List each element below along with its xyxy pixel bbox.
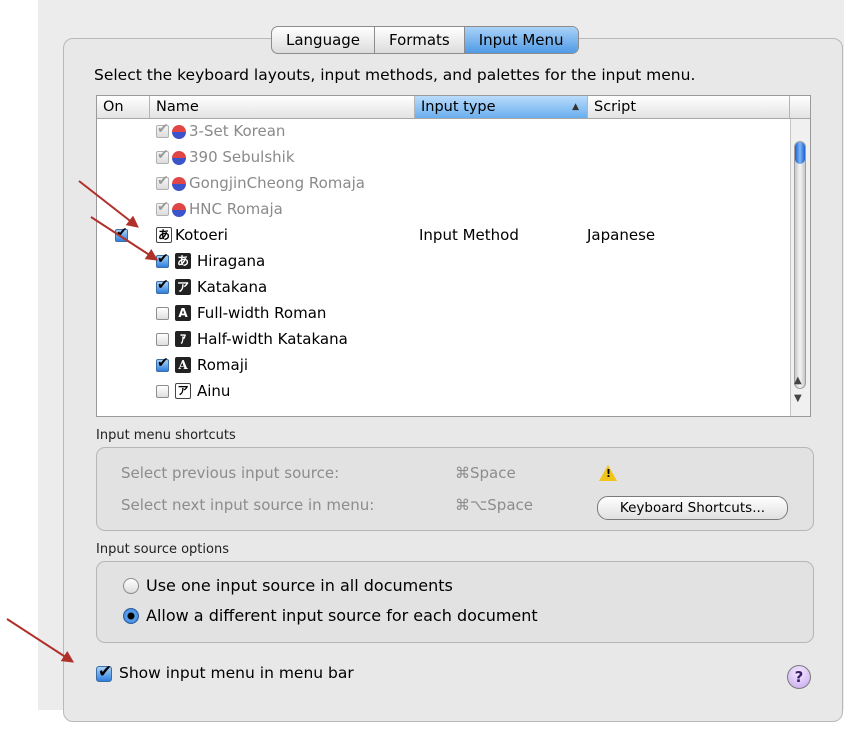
scroll-down-icon[interactable]: ▼	[794, 393, 802, 404]
options-section-title: Input source options	[96, 542, 229, 557]
radio-one-source[interactable]	[123, 578, 139, 594]
scrollbar-thumb[interactable]	[794, 141, 806, 389]
korean-flag-icon	[172, 125, 186, 139]
prev-source-shortcut: ⌘Space	[455, 464, 516, 482]
show-input-menu-label[interactable]: Show input menu in menu bar	[119, 664, 354, 682]
table-row[interactable]: A Romaji	[97, 353, 790, 379]
row-name: Full-width Roman	[197, 304, 327, 322]
row-checkbox[interactable]	[156, 385, 169, 398]
row-checkbox[interactable]	[156, 147, 169, 164]
table-row[interactable]: ｱ Half-width Katakana	[97, 327, 790, 353]
hiragana-icon: あ	[175, 253, 191, 269]
column-input-type-label: Input type	[421, 99, 496, 115]
instruction-text: Select the keyboard layouts, input metho…	[94, 66, 696, 84]
row-checkbox[interactable]	[156, 333, 169, 346]
radio-each-document-label[interactable]: Allow a different input source for each …	[146, 606, 538, 625]
column-script[interactable]: Script	[588, 96, 790, 118]
vertical-scrollbar[interactable]: ▲ ▼	[790, 119, 810, 416]
next-source-shortcut: ⌘⌥Space	[455, 496, 533, 514]
next-source-label: Select next input source in menu:	[121, 496, 375, 514]
scroll-up-icon[interactable]: ▲	[794, 375, 802, 386]
table-row[interactable]: A Full-width Roman	[97, 301, 790, 327]
shortcuts-section-title: Input menu shortcuts	[96, 428, 236, 443]
warning-icon	[599, 465, 617, 481]
radio-one-source-label[interactable]: Use one input source in all documents	[146, 576, 453, 595]
tab-bar: Language Formats Input Menu	[271, 26, 579, 54]
row-name: 3-Set Korean	[189, 122, 286, 140]
input-sources-table: On Name Input type ▲ Script 3-Set Korean…	[96, 95, 811, 417]
row-checkbox[interactable]	[156, 355, 169, 372]
row-name: Katakana	[197, 278, 268, 296]
sort-ascending-icon: ▲	[572, 102, 579, 112]
row-checkbox[interactable]	[156, 199, 169, 216]
row-checkbox[interactable]	[156, 277, 169, 294]
ainu-icon: ア	[175, 383, 191, 399]
table-row-kotoeri[interactable]: あ Kotoeri Input Method Japanese	[97, 223, 790, 249]
table-row[interactable]: GongjinCheong Romaja	[97, 171, 790, 197]
korean-flag-icon	[172, 203, 186, 217]
table-row[interactable]: ア Katakana	[97, 275, 790, 301]
options-box	[96, 561, 814, 643]
half-width-katakana-icon: ｱ	[175, 331, 191, 347]
tab-formats[interactable]: Formats	[375, 27, 465, 53]
table-header: On Name Input type ▲ Script	[97, 96, 810, 119]
row-name: Hiragana	[197, 252, 266, 270]
prev-source-label: Select previous input source:	[121, 464, 340, 482]
table-row[interactable]: 390 Sebulshik	[97, 145, 790, 171]
row-name: Ainu	[197, 382, 231, 400]
table-row[interactable]: ア Ainu	[97, 379, 790, 405]
row-name: 390 Sebulshik	[189, 148, 295, 166]
show-input-menu-checkbox[interactable]	[96, 662, 112, 682]
table-row[interactable]: あ Hiragana	[97, 249, 790, 275]
row-checkbox[interactable]	[156, 173, 169, 190]
korean-flag-icon	[172, 177, 186, 191]
tab-input-menu[interactable]: Input Menu	[464, 27, 578, 53]
korean-flag-icon	[172, 151, 186, 165]
column-name[interactable]: Name	[150, 96, 415, 118]
row-name: Kotoeri	[175, 226, 228, 244]
katakana-icon: ア	[175, 279, 191, 295]
table-row[interactable]: 3-Set Korean	[97, 119, 790, 145]
column-on[interactable]: On	[97, 96, 150, 118]
radio-each-document[interactable]	[123, 608, 139, 624]
help-button[interactable]: ?	[787, 665, 811, 689]
row-name: Half-width Katakana	[197, 330, 348, 348]
row-name: GongjinCheong Romaja	[189, 174, 365, 192]
kotoeri-icon: あ	[156, 227, 172, 243]
tab-language[interactable]: Language	[272, 27, 376, 53]
column-input-type[interactable]: Input type ▲	[415, 96, 588, 118]
row-input-type: Input Method	[419, 226, 519, 244]
keyboard-shortcuts-button[interactable]: Keyboard Shortcuts...	[597, 496, 788, 520]
table-row[interactable]: HNC Romaja	[97, 197, 790, 223]
row-name: Romaji	[197, 356, 249, 374]
row-checkbox[interactable]	[156, 307, 169, 320]
row-name: HNC Romaja	[189, 200, 283, 218]
row-script: Japanese	[587, 226, 656, 244]
romaji-icon: A	[175, 357, 191, 373]
full-width-roman-icon: A	[175, 305, 191, 321]
row-checkbox[interactable]	[156, 121, 169, 138]
